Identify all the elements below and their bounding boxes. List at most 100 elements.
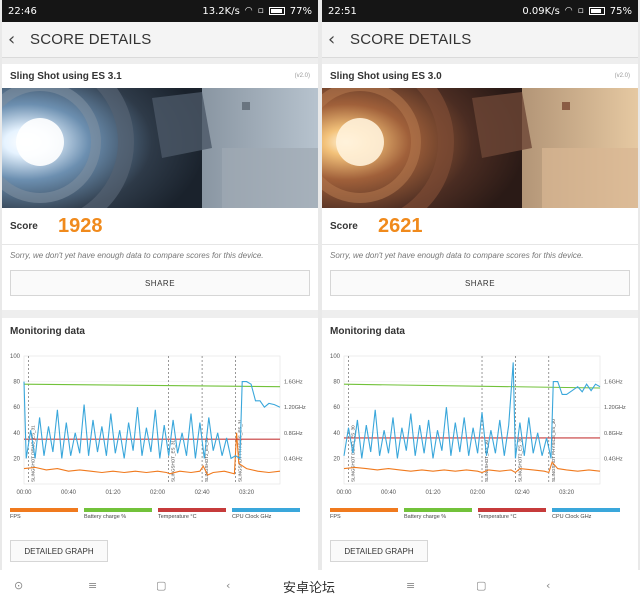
y2-tick-label: 1.20GHz [604, 405, 626, 411]
share-button[interactable]: SHARE [330, 270, 630, 296]
chart-legend: FPS Battery charge % Temperature °C CPU … [10, 508, 310, 524]
app-header: ‹ SCORE DETAILS [322, 22, 638, 58]
version-label: (v2.0) [294, 73, 310, 79]
battery-percent: 77% [289, 5, 312, 17]
status-time: 22:51 [328, 5, 357, 17]
y-tick-label: 20 [13, 456, 20, 462]
legend-temperature: Temperature °C [158, 508, 226, 520]
plot-area [343, 355, 601, 485]
x-tick-label: 00:00 [336, 490, 352, 496]
legend-temperature: Temperature °C [478, 508, 546, 520]
series-line-fps [343, 461, 601, 474]
status-time: 22:46 [8, 5, 37, 17]
chart-legend: FPS Battery charge % Temperature °C CPU … [330, 508, 630, 524]
series-line-battery-charge- [343, 383, 601, 389]
sim-icon: ▫ [577, 6, 584, 16]
menu-icon[interactable]: ≡ [88, 579, 97, 592]
share-button[interactable]: SHARE [10, 270, 310, 296]
net-speed: 13.2K/s [202, 5, 240, 17]
y-tick-label: 80 [13, 380, 20, 386]
back-arrow-icon[interactable]: ‹ [328, 29, 350, 50]
page-title: SCORE DETAILS [30, 31, 152, 48]
app-header: ‹ SCORE DETAILS [2, 22, 318, 58]
x-tick-label: 00:00 [16, 490, 32, 496]
detailed-graph-button[interactable]: DETAILED GRAPH [10, 540, 108, 562]
wifi-icon: ◠ [564, 6, 573, 16]
detailed-graph-button[interactable]: DETAILED GRAPH [330, 540, 428, 562]
y2-tick-label: 1.6GHz [604, 380, 623, 386]
y-tick-label: 40 [13, 431, 20, 437]
monitoring-title: Monitoring data [10, 326, 85, 337]
y2-tick-label: 1.20GHz [284, 405, 306, 411]
phase-label: SLINGSHOT2_ES_30 [517, 437, 522, 482]
score-card: Sling Shot using ES 3.1 (v2.0) Score 192… [2, 64, 318, 310]
y-tick-label: 60 [333, 405, 340, 411]
monitoring-card: Monitoring data 100 80 60 40 20 1.6GHz 1.20GHz… [2, 318, 318, 570]
menu-icon[interactable]: ≡ [406, 579, 415, 592]
left-screen: 22:46 13.2K/s ◠ ▫ 77% ‹ SCORE DETAILS Sl… [2, 0, 318, 570]
square-icon[interactable]: ▢ [476, 579, 486, 592]
sim-icon: ▫ [257, 6, 264, 16]
status-bar: 22:46 13.2K/s ◠ ▫ 77% [2, 0, 318, 22]
wifi-icon: ◠ [244, 6, 253, 16]
compare-message: Sorry, we don't yet have enough data to … [322, 244, 638, 270]
back-arrow-icon[interactable]: ‹ [8, 29, 30, 50]
y-tick-label: 40 [333, 431, 340, 437]
legend-fps: FPS [330, 508, 398, 520]
monitoring-card: Monitoring data 100 80 60 40 20 1.6GHz 1.20GHz… [322, 318, 638, 570]
x-tick-label: 02:40 [515, 490, 531, 496]
y-tick-label: 100 [10, 354, 21, 360]
x-tick-label: 03:20 [559, 490, 575, 496]
legend-battery: Battery charge % [84, 508, 152, 520]
score-label: Score [330, 220, 358, 232]
net-speed: 0.09K/s [522, 5, 560, 17]
x-tick-label: 02:40 [195, 490, 211, 496]
x-tick-label: 01:20 [106, 490, 122, 496]
score-card: Sling Shot using ES 3.0 (v2.0) Score 262… [322, 64, 638, 310]
monitoring-chart: 100 80 60 40 20 1.6GHz 1.20GHz 0.8GHz 0.4GHz 00:0… [10, 354, 306, 496]
monitoring-chart: 100 80 60 40 20 1.6GHz 1.20GHz 0.8GHz 0.4GHz 00:0… [330, 354, 626, 496]
watermark-text: 安卓论坛 [283, 581, 336, 596]
page-title: SCORE DETAILS [350, 31, 472, 48]
y2-tick-label: 0.4GHz [284, 456, 303, 462]
test-name: Sling Shot using ES 3.1 [10, 70, 122, 82]
y-tick-label: 80 [333, 380, 340, 386]
score-value: 1928 [58, 214, 103, 237]
y2-tick-label: 0.8GHz [604, 431, 623, 437]
battery-icon [268, 7, 285, 15]
x-tick-label: 00:40 [61, 490, 77, 496]
back-icon[interactable]: ‹ [226, 579, 230, 592]
y2-tick-label: 0.4GHz [604, 456, 623, 462]
screenshot-root: 22:46 13.2K/s ◠ ▫ 77% ‹ SCORE DETAILS Sl… [0, 0, 640, 602]
legend-cpu: CPU Clock GHz [552, 508, 620, 520]
score-value: 2621 [378, 214, 423, 237]
square-icon[interactable]: ▢ [156, 579, 166, 592]
hero-image [2, 88, 318, 208]
test-name: Sling Shot using ES 3.0 [330, 70, 442, 82]
battery-percent: 75% [609, 5, 632, 17]
x-tick-label: 03:20 [239, 490, 255, 496]
status-bar: 22:51 0.09K/s ◠ ▫ 75% [322, 0, 638, 22]
series-line-cpu-clock-ghz [343, 362, 601, 459]
back-icon[interactable]: ‹ [546, 579, 550, 592]
x-tick-label: 02:00 [470, 490, 486, 496]
version-label: (v2.0) [614, 73, 630, 79]
hero-image [322, 88, 638, 208]
phase-label: SLINGSHOT DEMO_ES_30 [350, 425, 355, 482]
y2-tick-label: 1.6GHz [284, 380, 303, 386]
score-label: Score [10, 220, 38, 232]
y2-tick-label: 0.8GHz [284, 431, 303, 437]
x-tick-label: 01:20 [426, 490, 442, 496]
x-tick-label: 00:40 [381, 490, 397, 496]
legend-battery: Battery charge % [404, 508, 472, 520]
y-tick-label: 20 [333, 456, 340, 462]
y-tick-label: 60 [13, 405, 20, 411]
x-tick-label: 02:00 [150, 490, 166, 496]
compare-message: Sorry, we don't yet have enough data to … [2, 244, 318, 270]
y-tick-label: 100 [330, 354, 341, 360]
legend-cpu: CPU Clock GHz [232, 508, 300, 520]
monitoring-title: Monitoring data [330, 326, 405, 337]
circle-icon[interactable]: ⊙ [14, 579, 23, 592]
phase-label: SLINGSHOT_ES_31 [171, 439, 176, 482]
right-screen: 22:51 0.09K/s ◠ ▫ 75% ‹ SCORE DETAILS Sl… [322, 0, 638, 570]
